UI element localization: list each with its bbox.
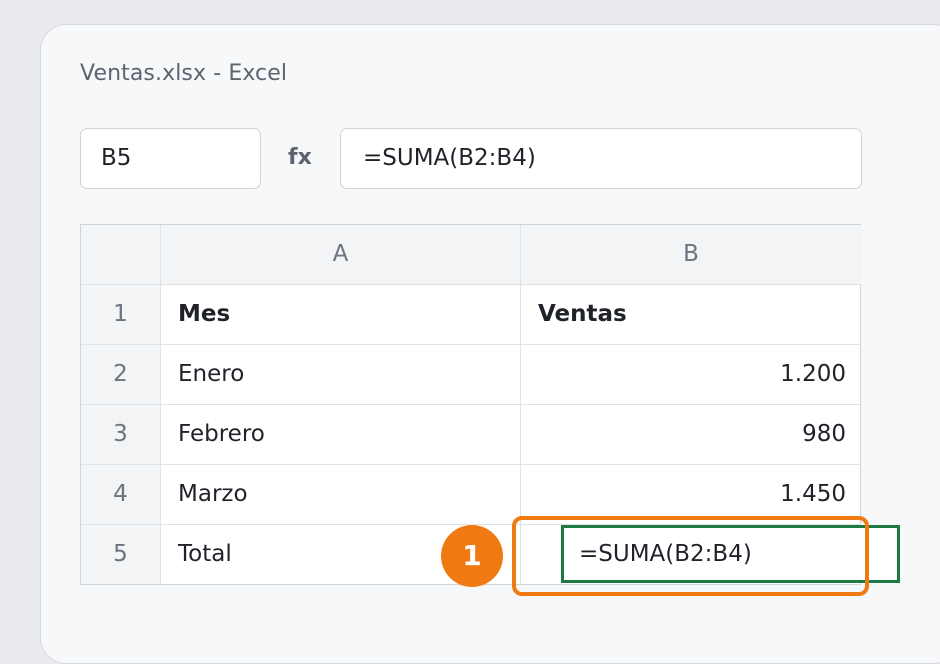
cell-a2[interactable]: Enero	[161, 345, 521, 405]
row-header-1[interactable]: 1	[81, 285, 161, 345]
excel-window: Ventas.xlsx - Excel B5 fx =SUMA(B2:B4) A…	[40, 24, 940, 664]
window-title: Ventas.xlsx - Excel	[80, 61, 288, 86]
column-header-a[interactable]: A	[161, 225, 521, 285]
row-header-5[interactable]: 5	[81, 525, 161, 584]
callout-highlight-box	[512, 516, 869, 596]
name-box[interactable]: B5	[80, 128, 261, 189]
cell-b2[interactable]: 1.200	[521, 345, 861, 405]
cell-a3[interactable]: Febrero	[161, 405, 521, 465]
row-header-2[interactable]: 2	[81, 345, 161, 405]
callout-step-badge: 1	[441, 525, 503, 587]
formula-input[interactable]: =SUMA(B2:B4)	[340, 128, 862, 189]
fx-icon: fx	[288, 145, 312, 170]
cell-b3[interactable]: 980	[521, 405, 861, 465]
column-header-b[interactable]: B	[521, 225, 861, 285]
select-all-corner[interactable]	[81, 225, 161, 285]
cell-a1[interactable]: Mes	[161, 285, 521, 345]
row-header-4[interactable]: 4	[81, 465, 161, 525]
cell-b1[interactable]: Ventas	[521, 285, 861, 345]
row-header-3[interactable]: 3	[81, 405, 161, 465]
cell-a4[interactable]: Marzo	[161, 465, 521, 525]
